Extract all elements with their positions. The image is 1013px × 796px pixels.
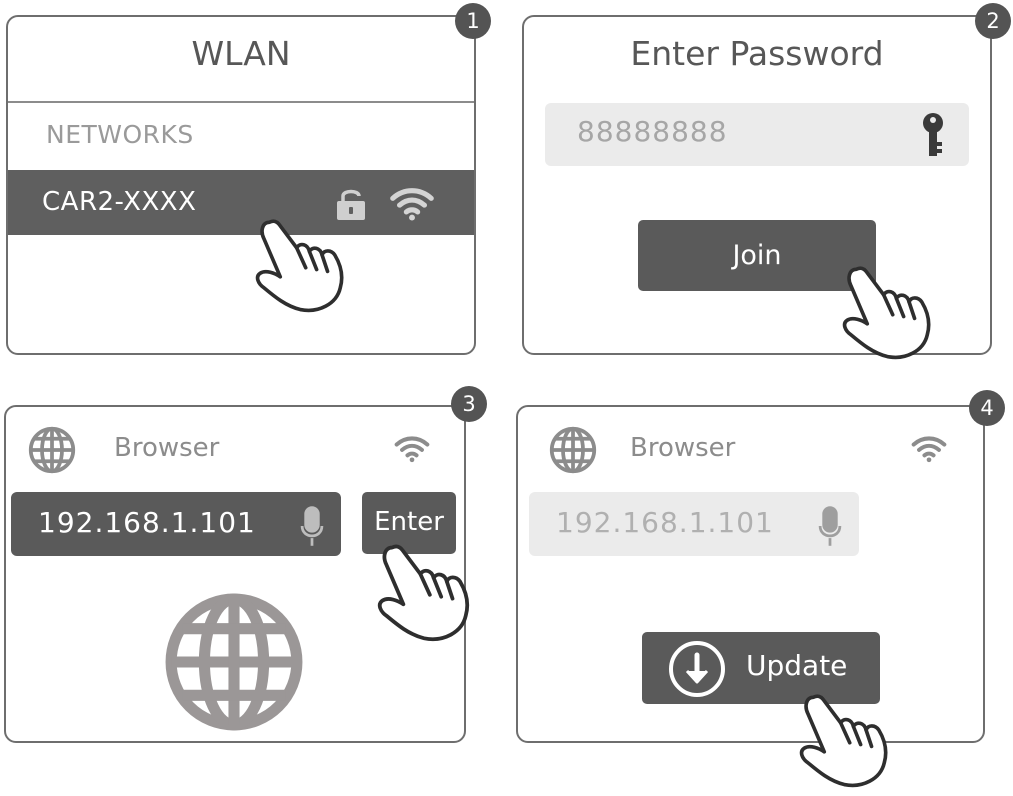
microphone-icon	[300, 504, 324, 548]
globe-icon	[548, 425, 598, 475]
url-value: 192.168.1.101	[38, 506, 256, 539]
browser-label: Browser	[114, 433, 220, 463]
password-title: Enter Password	[630, 34, 884, 73]
step-badge-3: 3	[451, 386, 487, 422]
wlan-title: WLAN	[191, 34, 291, 73]
wlan-divider	[8, 101, 474, 103]
globe-large-icon	[160, 588, 308, 736]
tap-hand-icon	[840, 262, 940, 362]
wifi-icon	[389, 187, 435, 221]
url-value: 192.168.1.101	[556, 506, 774, 539]
download-icon	[669, 641, 725, 697]
update-button-label: Update	[746, 649, 848, 682]
key-icon	[923, 113, 943, 156]
step-badge-4: 4	[969, 390, 1005, 426]
networks-label: NETWORKS	[46, 120, 194, 149]
network-name: CAR2-XXXX	[42, 187, 197, 217]
globe-icon	[27, 425, 77, 475]
wifi-icon	[394, 435, 430, 463]
browser-label: Browser	[630, 433, 736, 463]
password-value: 88888888	[577, 115, 728, 148]
tap-hand-icon	[797, 690, 897, 790]
microphone-icon	[818, 504, 842, 548]
wifi-icon	[911, 435, 947, 463]
tap-hand-icon	[253, 215, 353, 315]
tap-hand-icon	[375, 540, 479, 644]
